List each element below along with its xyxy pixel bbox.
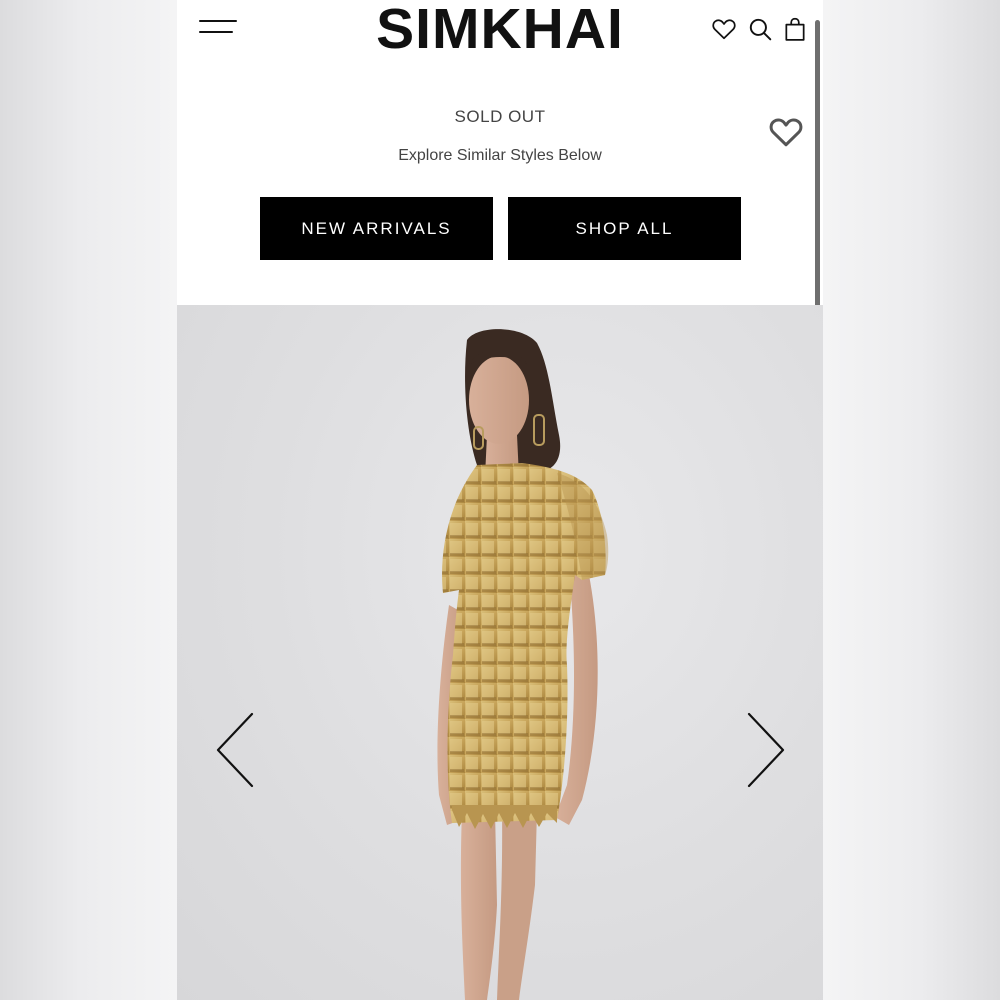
- new-arrivals-button[interactable]: NEW ARRIVALS: [260, 197, 493, 260]
- site-header: SIMKHAI: [177, 0, 823, 66]
- wishlist-heart-icon[interactable]: [768, 114, 804, 150]
- product-image-gallery[interactable]: [177, 305, 823, 1000]
- search-icon[interactable]: [747, 16, 773, 42]
- sold-out-label: SOLD OUT: [454, 107, 546, 126]
- chevron-right-icon[interactable]: [745, 710, 787, 790]
- chevron-left-icon[interactable]: [214, 710, 256, 790]
- shopping-bag-icon[interactable]: [782, 16, 808, 42]
- shop-all-button[interactable]: SHOP ALL: [508, 197, 741, 260]
- scrollbar[interactable]: [815, 20, 820, 332]
- product-image: [437, 329, 609, 1000]
- mobile-viewport: SIMKHAI SOLD OUT Explore Similar Styles …: [177, 0, 823, 1000]
- explore-message: Explore Similar Styles Below: [398, 147, 602, 164]
- heart-icon[interactable]: [711, 16, 737, 42]
